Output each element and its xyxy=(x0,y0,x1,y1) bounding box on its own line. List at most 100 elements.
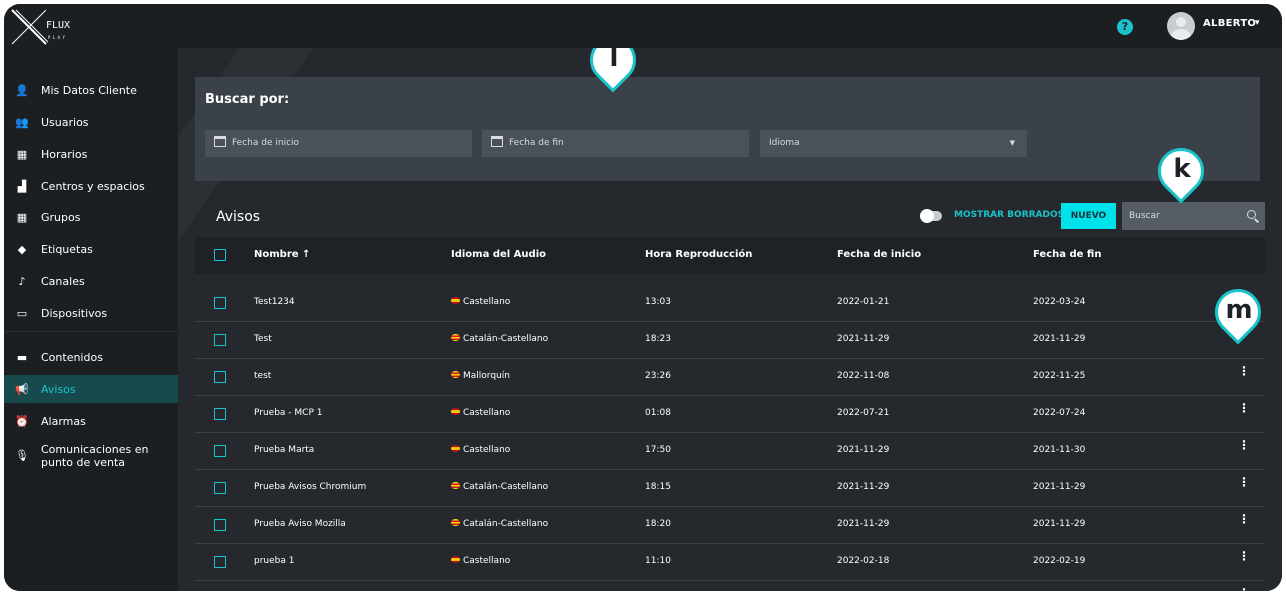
flag-icon xyxy=(451,408,460,415)
avatar[interactable] xyxy=(1167,12,1195,40)
row-checkbox[interactable] xyxy=(214,519,226,531)
cell-name: test xyxy=(254,371,272,381)
cell-lang: Castellano xyxy=(451,408,510,418)
main-content: Buscar por: Fecha de inicio Fecha de fin… xyxy=(178,48,1282,591)
cell-start: 2021-11-29 xyxy=(837,482,890,492)
row-checkbox[interactable] xyxy=(214,445,226,457)
sidebar-item-dispositivos[interactable]: ▭ Dispositivos xyxy=(4,299,178,327)
sidebar-item-mis[interactable]: 👤 Mis Datos Cliente xyxy=(4,76,178,104)
user-name[interactable]: ALBERTO xyxy=(1203,18,1256,29)
more-options-icon[interactable]: ⋮ xyxy=(1238,365,1250,377)
cell-lang: Castellano xyxy=(451,445,510,455)
cell-end: 2021-11-29 xyxy=(1033,482,1086,492)
chevron-down-icon[interactable]: ▾ xyxy=(1255,18,1260,28)
table-row[interactable]: Test1234 Castellano 13:03 2022-01-21 2022-03… xyxy=(195,285,1265,322)
row-checkbox[interactable] xyxy=(214,371,226,383)
sidebar-item-label: Mis Datos Cliente xyxy=(41,83,137,97)
flux-play-logo[interactable]: FLUX P L A Y xyxy=(10,8,90,46)
sidebar-item-usuarios[interactable]: 👥 Usuarios xyxy=(4,108,178,136)
search-panel-title: Buscar por: xyxy=(205,92,290,107)
more-options-icon[interactable]: ⋮ xyxy=(1238,476,1250,488)
start-date-field[interactable]: Fecha de inicio xyxy=(205,130,472,157)
cell-start: 2021-11-29 xyxy=(837,334,890,344)
table-row[interactable]: Prueba Aviso Mozilla Catalán-Castellano 18… xyxy=(195,507,1265,544)
more-options-icon[interactable]: ⋮ xyxy=(1238,402,1250,414)
table-row[interactable]: PruebaCastellano11:002021-10-102021-10-1… xyxy=(195,581,1265,591)
callout-marker-m: m xyxy=(1205,279,1271,347)
sidebar-item-avisos[interactable]: 📢 Avisos xyxy=(4,375,178,403)
show-deleted-toggle[interactable] xyxy=(920,209,942,223)
table-row[interactable]: test Mallorquín 23:26 2022-11-08 2022-11-25 ⋮ xyxy=(195,359,1265,396)
sidebar-item-label: Horarios xyxy=(41,147,88,161)
grid-icon: ▦ xyxy=(16,210,28,224)
callout-marker-k: k xyxy=(1148,138,1214,206)
select-all-checkbox[interactable] xyxy=(214,249,226,261)
cell-lang: Catalán-Castellano xyxy=(451,482,548,492)
table-row[interactable]: Prueba Marta Castellano 17:50 2021-11-29 202… xyxy=(195,433,1265,470)
end-date-field[interactable]: Fecha de fin xyxy=(482,130,749,157)
cell-start: 2022-01-21 xyxy=(837,297,890,307)
cell-lang: Catalán-Castellano xyxy=(451,519,548,529)
search-icon[interactable] xyxy=(1247,210,1256,219)
sidebar-item-label: Contenidos xyxy=(41,350,103,364)
cell-lang: Castellano xyxy=(451,297,510,307)
search-placeholder: Buscar xyxy=(1129,211,1160,221)
sidebar-item-label: Etiquetas xyxy=(41,242,93,256)
tag-icon: ◆ xyxy=(17,242,27,256)
row-checkbox[interactable] xyxy=(214,482,226,494)
search-input[interactable]: Buscar xyxy=(1122,202,1265,230)
cell-end: 2021-11-30 xyxy=(1033,445,1086,455)
flag-icon xyxy=(451,371,460,378)
sidebar-item-alarmas[interactable]: ⏰ Alarmas xyxy=(4,407,178,435)
store-icon: ▟ xyxy=(17,179,27,193)
language-select[interactable]: Idioma ▼ xyxy=(760,130,1027,157)
cell-name: Prueba Marta xyxy=(254,445,315,455)
new-button[interactable]: NUEVO xyxy=(1061,203,1116,229)
language-placeholder: Idioma xyxy=(769,138,800,148)
row-checkbox[interactable] xyxy=(214,408,226,420)
column-header-start-date[interactable]: Fecha de inicio xyxy=(837,249,921,260)
cell-name: Test xyxy=(254,334,272,344)
table-row[interactable]: Prueba - MCP 1 Castellano 01:08 2022-07-21 2… xyxy=(195,396,1265,433)
cell-name: Prueba Aviso Mozilla xyxy=(254,519,346,529)
sidebar-item-horarios[interactable]: ▦ Horarios xyxy=(4,140,178,168)
sidebar-item-contenidos[interactable]: ▬ Contenidos xyxy=(4,343,178,371)
sidebar-item-label: Usuarios xyxy=(41,115,89,129)
more-options-icon[interactable]: ⋮ xyxy=(1238,550,1250,562)
cell-end: 2022-11-25 xyxy=(1033,371,1086,381)
column-header-end-date[interactable]: Fecha de fin xyxy=(1033,249,1101,260)
table-row[interactable]: prueba 1 Castellano 11:10 2022-02-18 2022-02… xyxy=(195,544,1265,581)
cell-start: 2021-11-29 xyxy=(837,519,890,529)
column-header-name[interactable]: Nombre ↑ xyxy=(254,249,310,260)
more-options-icon[interactable]: ⋮ xyxy=(1238,439,1250,451)
flag-icon xyxy=(451,445,460,452)
more-options-icon[interactable]: ⋮ xyxy=(1238,513,1250,525)
cell-time: 13:03 xyxy=(645,297,671,307)
column-header-time[interactable]: Hora Reproducción xyxy=(645,249,752,260)
cell-time: 11:10 xyxy=(645,556,671,566)
end-date-placeholder: Fecha de fin xyxy=(509,138,564,148)
cell-time: 23:26 xyxy=(645,371,671,381)
alarm-icon: ⏰ xyxy=(15,414,29,428)
help-icon[interactable]: ? xyxy=(1117,19,1133,35)
search-panel: Buscar por: Fecha de inicio Fecha de fin… xyxy=(195,77,1260,181)
cell-time: 17:50 xyxy=(645,445,671,455)
flag-icon xyxy=(451,519,460,526)
sidebar-item-centros[interactable]: ▟ Centros y espacios xyxy=(4,172,178,200)
users-icon: 👥 xyxy=(15,115,29,129)
sidebar-item-grupos[interactable]: ▦ Grupos xyxy=(4,203,178,231)
column-header-language[interactable]: Idioma del Audio xyxy=(451,249,546,260)
sidebar-item-canales[interactable]: ♪ Canales xyxy=(4,267,178,295)
sidebar-item-comunicaciones[interactable]: 🎙 Comunicaciones en punto de venta xyxy=(4,437,178,477)
table-row[interactable]: Prueba Avisos Chromium Catalán-Castellano… xyxy=(195,470,1265,507)
table-row[interactable]: Test Catalán-Castellano 18:23 2021-11-29 202… xyxy=(195,322,1265,359)
sidebar-item-etiquetas[interactable]: ◆ Etiquetas xyxy=(4,235,178,263)
row-checkbox[interactable] xyxy=(214,297,226,309)
cell-end: 2022-07-24 xyxy=(1033,408,1086,418)
row-checkbox[interactable] xyxy=(214,556,226,568)
flag-icon xyxy=(451,297,460,304)
folder-icon: ▬ xyxy=(16,350,28,364)
logo-text: FLUX xyxy=(46,20,70,31)
show-deleted-label[interactable]: MOSTRAR BORRADOS xyxy=(954,210,1064,220)
row-checkbox[interactable] xyxy=(214,334,226,346)
